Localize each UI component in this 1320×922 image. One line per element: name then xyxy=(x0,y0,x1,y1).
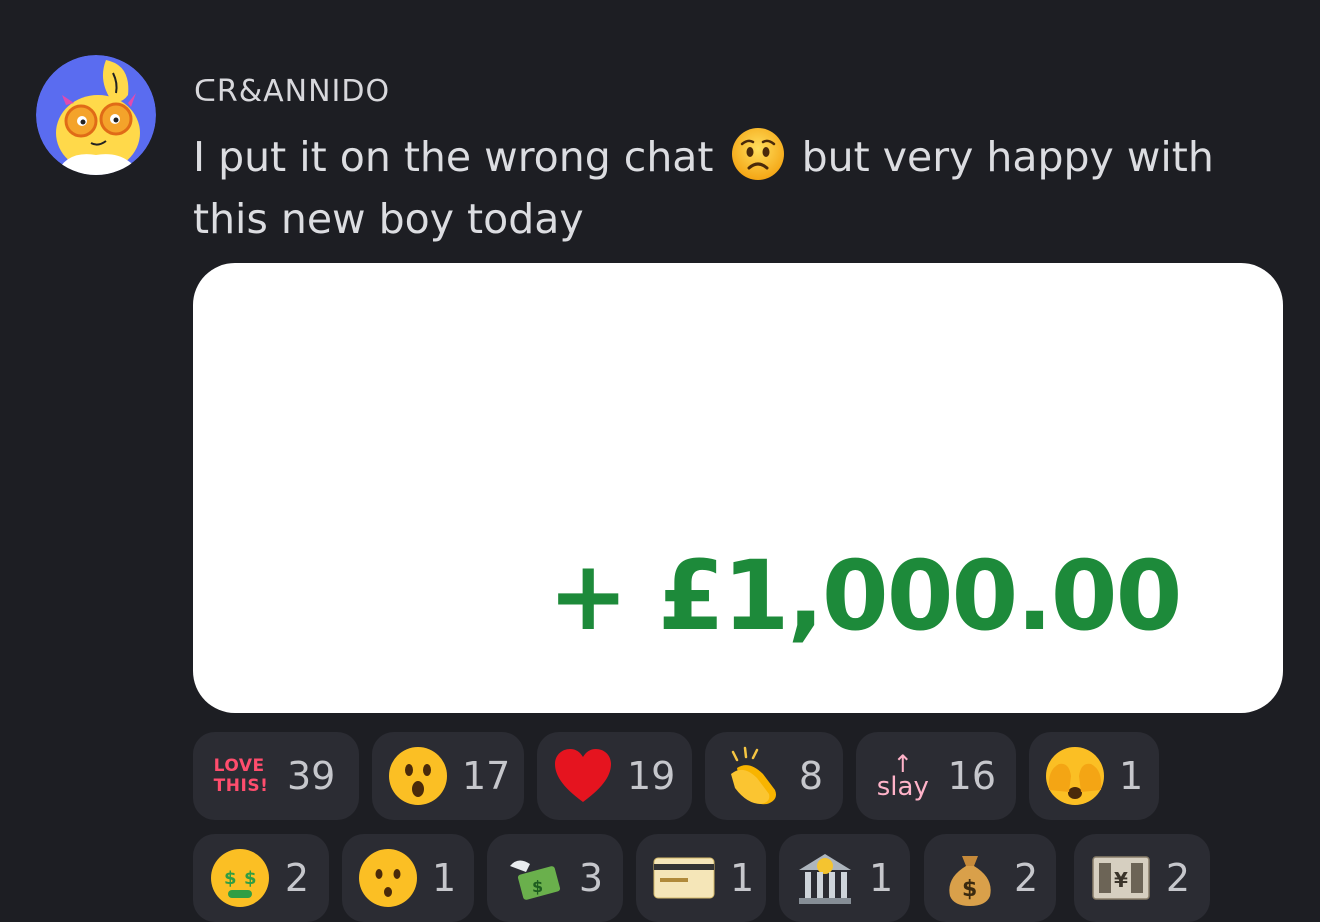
reaction-money-mouth[interactable]: $ $ 2 xyxy=(193,834,329,922)
reaction-credit-card[interactable]: 1 xyxy=(636,834,766,922)
svg-text:$: $ xyxy=(244,868,257,889)
reaction-count: 8 xyxy=(798,754,823,798)
yen-banknote-icon: ¥ xyxy=(1090,846,1152,910)
reaction-red-heart[interactable]: 19 xyxy=(537,732,692,820)
reaction-love-this[interactable]: LOVE THIS! 39 xyxy=(193,732,359,820)
svg-text:$: $ xyxy=(224,868,237,889)
money-with-wings-icon: $ xyxy=(503,846,565,910)
svg-text:¥: ¥ xyxy=(1114,868,1128,892)
hushed-face-icon xyxy=(358,846,418,910)
reaction-count: 2 xyxy=(1165,856,1190,900)
reaction-count: 19 xyxy=(627,754,676,798)
reaction-count: 39 xyxy=(287,754,336,798)
reaction-hushed[interactable]: 1 xyxy=(342,834,474,922)
reaction-money-bag[interactable]: $ 2 xyxy=(924,834,1056,922)
username[interactable]: ᑕR&ANNIDO xyxy=(194,74,390,109)
reaction-count: 1 xyxy=(432,856,457,900)
reaction-yen-banknote[interactable]: ¥ 2 xyxy=(1074,834,1210,922)
reaction-count: 1 xyxy=(1119,754,1144,798)
chat-message: ᑕR&ANNIDO I put it on the wrong chat but… xyxy=(0,0,1320,922)
astonished-face-icon xyxy=(388,744,448,808)
message-text-part1: I put it on the wrong chat xyxy=(193,133,714,181)
bank-icon xyxy=(795,846,855,910)
worried-face-icon xyxy=(731,127,785,181)
clapping-hands-icon xyxy=(721,744,785,808)
money-bag-icon: $ xyxy=(940,846,1000,910)
reaction-face-hands-over-eyes[interactable]: 1 xyxy=(1029,732,1159,820)
reaction-count: 17 xyxy=(462,754,511,798)
face-with-hands-over-eyes-icon xyxy=(1045,744,1105,808)
reaction-count: 3 xyxy=(578,856,603,900)
red-heart-icon xyxy=(553,744,613,808)
transfer-amount: + £1,000.00 xyxy=(548,540,1182,652)
reaction-count: 2 xyxy=(1014,856,1039,900)
reaction-count: 16 xyxy=(947,754,996,798)
svg-text:$: $ xyxy=(962,877,977,902)
slay-sticker-icon: ↑ slay xyxy=(876,750,929,802)
avatar[interactable] xyxy=(36,55,156,175)
reaction-bank[interactable]: 1 xyxy=(779,834,910,922)
reaction-slay[interactable]: ↑ slay 16 xyxy=(856,732,1016,820)
bunny-avatar-icon xyxy=(36,55,156,175)
love-this-sticker-icon: LOVE THIS! xyxy=(213,756,269,796)
reaction-astonished[interactable]: 17 xyxy=(372,732,524,820)
reaction-money-with-wings[interactable]: $ 3 xyxy=(487,834,623,922)
reaction-count: 1 xyxy=(730,856,755,900)
reaction-count: 2 xyxy=(284,856,309,900)
message-text: I put it on the wrong chat but very happ… xyxy=(193,126,1293,250)
reaction-clapping-hands[interactable]: 8 xyxy=(705,732,843,820)
money-mouth-face-icon: $ $ xyxy=(209,846,271,910)
reaction-count: 1 xyxy=(869,856,894,900)
svg-text:$: $ xyxy=(532,877,543,896)
credit-card-icon xyxy=(652,846,716,910)
